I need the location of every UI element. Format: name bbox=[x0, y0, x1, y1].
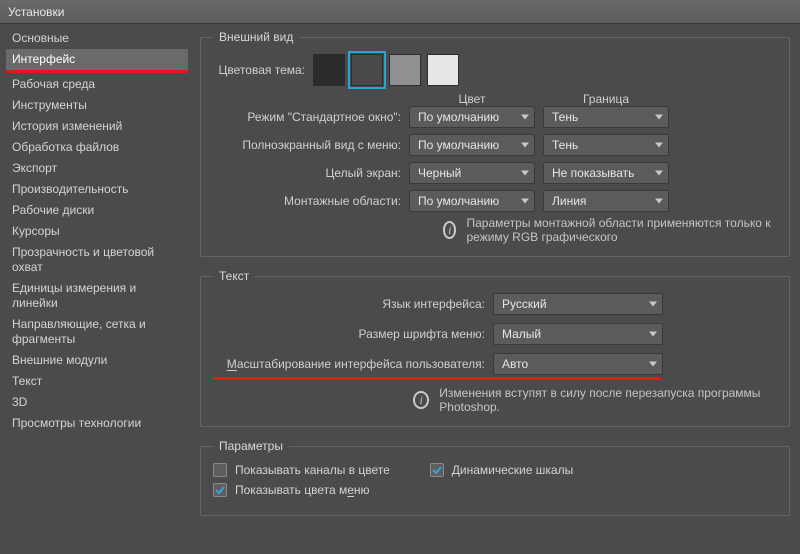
sidebar-item-workspace[interactable]: Рабочая среда bbox=[6, 74, 188, 95]
highlight-line-scale bbox=[213, 377, 661, 380]
info-icon: i bbox=[443, 221, 456, 239]
dynamic-label[interactable]: Динамические шкалы bbox=[452, 463, 573, 477]
sidebar-item-type[interactable]: Текст bbox=[6, 371, 188, 392]
sidebar-item-performance[interactable]: Производительность bbox=[6, 179, 188, 200]
swatch-medium-dark[interactable] bbox=[351, 54, 383, 86]
sidebar-item-3d[interactable]: 3D bbox=[6, 392, 188, 413]
sidebar-item-export[interactable]: Экспорт bbox=[6, 158, 188, 179]
sidebar-item-units[interactable]: Единицы измерения и линейки bbox=[6, 278, 188, 314]
font-select[interactable]: Малый bbox=[493, 323, 663, 345]
appearance-group: Внешний вид Цветовая тема: Цвет Граница … bbox=[200, 30, 790, 257]
sidebar-item-general[interactable]: Основные bbox=[6, 28, 188, 49]
sidebar-item-history[interactable]: История изменений bbox=[6, 116, 188, 137]
row-fullmenu-border-select[interactable]: Тень bbox=[543, 134, 669, 156]
color-theme-label: Цветовая тема: bbox=[213, 63, 313, 77]
row-fullmenu-color-select[interactable]: По умолчанию bbox=[409, 134, 535, 156]
menu-colors-label[interactable]: Показывать цвета меню bbox=[235, 483, 370, 497]
info-icon: i bbox=[413, 391, 429, 409]
options-group: Параметры Показывать каналы в цвете Дина… bbox=[200, 439, 790, 516]
row-standard-color-select[interactable]: По умолчанию bbox=[409, 106, 535, 128]
sidebar-item-cursors[interactable]: Курсоры bbox=[6, 221, 188, 242]
sidebar-item-tools[interactable]: Инструменты bbox=[6, 95, 188, 116]
appearance-legend: Внешний вид bbox=[213, 30, 299, 44]
row-fullscreen-border-select[interactable]: Не показывать bbox=[543, 162, 669, 184]
sidebar-item-scratch[interactable]: Рабочие диски bbox=[6, 200, 188, 221]
row-standard-label: Режим "Стандартное окно": bbox=[213, 110, 409, 124]
text-info-text: Изменения вступят в силу после перезапус… bbox=[439, 386, 777, 414]
main-layout: Основные Интерфейс Рабочая среда Инструм… bbox=[0, 24, 800, 554]
sidebar: Основные Интерфейс Рабочая среда Инструм… bbox=[0, 24, 190, 554]
channels-label[interactable]: Показывать каналы в цвете bbox=[235, 463, 390, 477]
highlight-line-sidebar bbox=[6, 70, 188, 73]
text-legend: Текст bbox=[213, 269, 255, 283]
row-fullscreen-label: Целый экран: bbox=[213, 166, 409, 180]
sidebar-item-guides[interactable]: Направляющие, сетка и фрагменты bbox=[6, 314, 188, 350]
window-title: Установки bbox=[8, 5, 64, 19]
swatch-light[interactable] bbox=[427, 54, 459, 86]
channels-checkbox[interactable] bbox=[213, 463, 227, 477]
ui-scale-label: Масштабирование интерфейса пользователя: bbox=[213, 357, 493, 371]
content-panel: Внешний вид Цветовая тема: Цвет Граница … bbox=[190, 24, 800, 554]
swatch-dark[interactable] bbox=[313, 54, 345, 86]
lang-label: Язык интерфейса: bbox=[213, 297, 493, 311]
options-legend: Параметры bbox=[213, 439, 289, 453]
sidebar-item-plugins[interactable]: Внешние модули bbox=[6, 350, 188, 371]
row-fullscreen-color-select[interactable]: Черный bbox=[409, 162, 535, 184]
sidebar-item-filehandling[interactable]: Обработка файлов bbox=[6, 137, 188, 158]
appearance-info-text: Параметры монтажной области применяются … bbox=[466, 216, 777, 244]
swatch-medium-light[interactable] bbox=[389, 54, 421, 86]
row-standard-border-select[interactable]: Тень bbox=[543, 106, 669, 128]
lang-select[interactable]: Русский bbox=[493, 293, 663, 315]
window-titlebar: Установки bbox=[0, 0, 800, 24]
menu-colors-checkbox[interactable] bbox=[213, 483, 227, 497]
color-theme-swatches bbox=[313, 54, 459, 86]
dynamic-checkbox[interactable] bbox=[430, 463, 444, 477]
sidebar-item-techpreview[interactable]: Просмотры технологии bbox=[6, 413, 188, 434]
sidebar-item-transparency[interactable]: Прозрачность и цветовой охват bbox=[6, 242, 188, 278]
sidebar-item-interface[interactable]: Интерфейс bbox=[6, 49, 188, 70]
column-header-border: Граница bbox=[543, 92, 669, 106]
row-artboards-border-select[interactable]: Линия bbox=[543, 190, 669, 212]
row-fullmenu-label: Полноэкранный вид с меню: bbox=[213, 138, 409, 152]
ui-scale-select[interactable]: Авто bbox=[493, 353, 663, 375]
row-artboards-label: Монтажные области: bbox=[213, 194, 409, 208]
font-label: Размер шрифта меню: bbox=[213, 327, 493, 341]
text-group: Текст Язык интерфейса: Русский Размер шр… bbox=[200, 269, 790, 427]
row-artboards-color-select[interactable]: По умолчанию bbox=[409, 190, 535, 212]
column-header-color: Цвет bbox=[409, 92, 535, 106]
